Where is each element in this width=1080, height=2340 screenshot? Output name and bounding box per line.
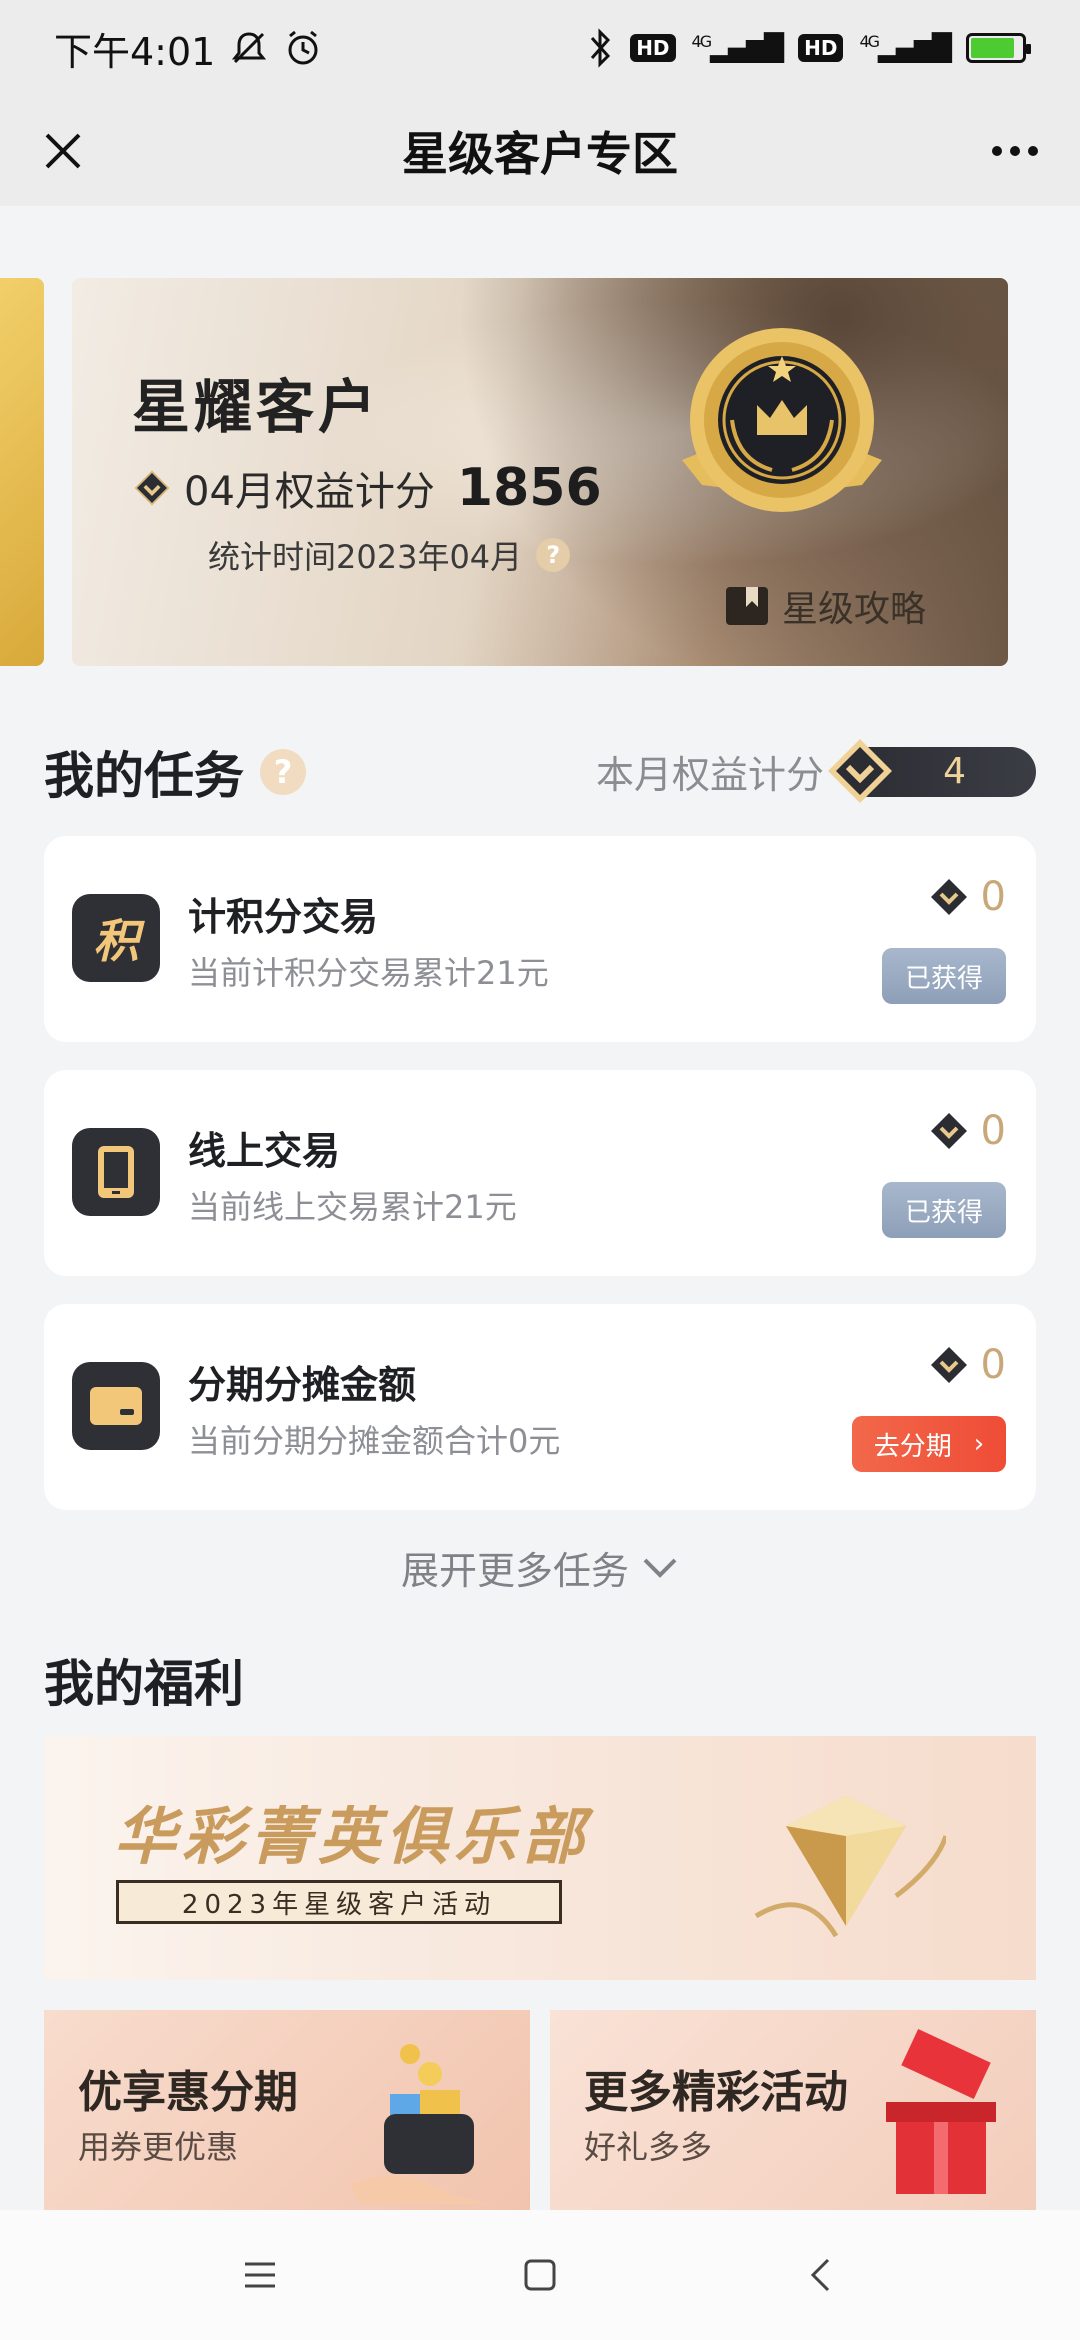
phone-glyph bbox=[98, 1146, 134, 1198]
gold-diamond-icon bbox=[754, 1796, 946, 1938]
promo-subtitle: 好礼多多 bbox=[584, 2128, 713, 2166]
task-card[interactable]: 分期分摊金额 当前分期分摊金额合计0元 0 去分期 › bbox=[44, 1304, 1036, 1510]
task-desc: 当前分期分摊金额合计0元 bbox=[188, 1422, 561, 1460]
promo-title: 优享惠分期 bbox=[78, 2067, 298, 2118]
task-title: 分期分摊金额 bbox=[188, 1363, 417, 1407]
diamond-icon bbox=[134, 470, 170, 506]
task-desc: 当前线上交易累计21元 bbox=[188, 1188, 517, 1226]
close-icon bbox=[45, 133, 81, 169]
page-title: 星级客户专区 bbox=[402, 127, 678, 181]
task-title: 线上交易 bbox=[188, 1129, 341, 1173]
battery-icon bbox=[966, 33, 1031, 63]
more-dot bbox=[1028, 146, 1038, 156]
chevron-right-icon: › bbox=[973, 1429, 985, 1459]
gift-box-icon bbox=[886, 2028, 996, 2194]
stat-time: 统计时间2023年04月 ? bbox=[208, 532, 571, 578]
star-guide-label: 星级攻略 bbox=[782, 589, 927, 630]
monthly-score: 本月权益计分 4 bbox=[595, 738, 1036, 803]
task-card[interactable]: 线上交易 当前线上交易累计21元 0 已获得 bbox=[44, 1070, 1036, 1276]
go-installment-label: 去分期 bbox=[873, 1431, 952, 1462]
card-icon bbox=[72, 1362, 160, 1450]
monthly-score-value: 4 bbox=[943, 751, 966, 792]
monthly-score-pill: 4 bbox=[828, 738, 1036, 803]
month-score-value: 1856 bbox=[456, 458, 602, 518]
alarm-icon bbox=[288, 30, 318, 65]
home-button[interactable] bbox=[500, 2235, 580, 2315]
stat-time-text: 统计时间2023年04月 bbox=[208, 538, 523, 576]
task-points: 0 bbox=[927, 874, 1006, 920]
points-icon: 积 bbox=[72, 894, 160, 982]
star-guide-link[interactable]: 星级攻略 bbox=[724, 580, 926, 632]
back-button[interactable] bbox=[780, 2235, 860, 2315]
chevron-down-icon bbox=[643, 1558, 677, 1578]
mute-icon bbox=[232, 32, 267, 64]
member-level-title: 星耀客户 bbox=[132, 373, 381, 441]
promo-title: 更多精彩活动 bbox=[584, 2067, 848, 2118]
task-card[interactable]: 积 计积分交易 当前计积分交易累计21元 0 已获得 bbox=[44, 836, 1036, 1042]
more-dot bbox=[992, 146, 1002, 156]
my-tasks-header: 我的任务 ? bbox=[44, 736, 306, 808]
diamond-icon bbox=[930, 1347, 967, 1383]
task-points: 0 bbox=[927, 1108, 1006, 1154]
club-banner[interactable]: 华彩菁英俱乐部 2023年星级客户活动 bbox=[44, 1736, 1036, 1980]
promo-subtitle: 用券更优惠 bbox=[78, 2128, 239, 2166]
installment-promo-card[interactable]: 优享惠分期 用券更优惠 bbox=[44, 2010, 530, 2210]
diamond-icon bbox=[930, 879, 967, 915]
my-benefits-header: 我的福利 bbox=[44, 1644, 244, 1716]
expand-more-tasks[interactable]: 展开更多任务 bbox=[0, 1540, 1080, 1595]
task-points-value: 0 bbox=[980, 1108, 1006, 1154]
signal-icon: 4G▂▄▆█ bbox=[691, 32, 785, 64]
diamond-icon bbox=[930, 1113, 967, 1149]
task-desc: 当前计积分交易累计21元 bbox=[188, 954, 549, 992]
home-icon bbox=[524, 2259, 556, 2291]
task-title: 计积分交易 bbox=[188, 895, 379, 939]
banner-title: 华彩菁英俱乐部 bbox=[114, 1800, 591, 1873]
more-dot bbox=[1010, 146, 1020, 156]
more-activities-card[interactable]: 更多精彩活动 好礼多多 bbox=[550, 2010, 1036, 2210]
points-icon-glyph: 积 bbox=[93, 914, 139, 968]
hd-badge: HD bbox=[630, 34, 676, 62]
member-level-card[interactable]: 星耀客户 04月权益计分 1856 统计时间2023年04月 ? 星级攻略 bbox=[72, 278, 1008, 666]
go-installment-button[interactable]: 去分期 › bbox=[852, 1416, 1006, 1472]
obtained-button[interactable]: 已获得 bbox=[882, 948, 1006, 1004]
menu-icon bbox=[245, 2262, 275, 2288]
back-icon bbox=[810, 2258, 830, 2292]
month-score-row: 04月权益计分 1856 bbox=[134, 458, 602, 518]
more-button[interactable] bbox=[980, 116, 1050, 186]
task-points-value: 0 bbox=[980, 1342, 1006, 1388]
diamond-icon bbox=[828, 738, 892, 803]
menu-button[interactable] bbox=[220, 2235, 300, 2315]
nav-bar: 星级客户专区 bbox=[0, 96, 1080, 206]
bluetooth-icon bbox=[591, 28, 611, 68]
wallet-coins-icon bbox=[350, 2044, 490, 2204]
expand-more-label: 展开更多任务 bbox=[400, 1549, 629, 1593]
crown-medal-icon bbox=[682, 328, 882, 512]
task-points: 0 bbox=[927, 1342, 1006, 1388]
hd-badge-2: HD bbox=[798, 34, 844, 62]
my-tasks-title: 我的任务 bbox=[44, 747, 244, 805]
monthly-score-label: 本月权益计分 bbox=[595, 753, 824, 797]
help-icon[interactable]: ? bbox=[260, 749, 306, 795]
previous-card-peek[interactable] bbox=[0, 278, 44, 666]
clock: 下午4:01 bbox=[54, 29, 216, 74]
obtained-button[interactable]: 已获得 bbox=[882, 1182, 1006, 1238]
system-nav-bar bbox=[0, 2210, 1080, 2340]
help-icon[interactable]: ? bbox=[536, 538, 571, 572]
card-glyph bbox=[90, 1387, 142, 1425]
status-bar: 下午4:01 HD 4G▂▄▆█ HD 4G▂▄▆█ bbox=[0, 0, 1080, 96]
phone-icon bbox=[72, 1128, 160, 1216]
month-score-label: 04月权益计分 bbox=[184, 469, 435, 515]
my-benefits-title: 我的福利 bbox=[44, 1655, 244, 1713]
bookmark-icon bbox=[726, 587, 768, 625]
signal-icon-2: 4G▂▄▆█ bbox=[859, 32, 952, 64]
banner-subtitle: 2023年星级客户活动 bbox=[116, 1880, 562, 1924]
close-button[interactable] bbox=[28, 116, 98, 186]
task-points-value: 0 bbox=[980, 874, 1006, 920]
